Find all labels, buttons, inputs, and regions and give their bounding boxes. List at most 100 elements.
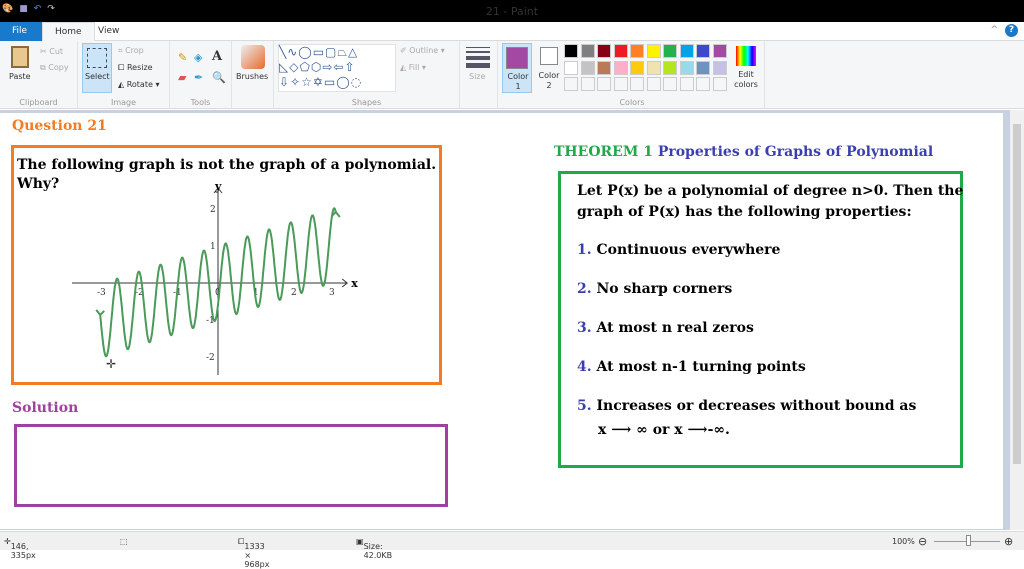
crosshair-cursor-icon: ✛ — [106, 357, 116, 371]
property-text: Continuous everywhere — [596, 242, 781, 258]
size-button[interactable]: Size — [460, 41, 498, 109]
window-title: 21 - Paint — [485, 5, 539, 18]
property-text: At most n-1 turning points — [596, 359, 806, 375]
clipboard-label: Clipboard — [19, 98, 58, 107]
image-label: Image — [110, 98, 137, 107]
brush-icon — [241, 45, 265, 69]
zoom-slider-thumb[interactable] — [966, 535, 971, 546]
y-tick-label: 1 — [210, 242, 216, 252]
colors-label: Colors — [619, 98, 645, 107]
ribbon: Paste ✂ Cut ⧉ Copy Clipboard Select ⌗ Cr… — [0, 41, 1024, 109]
text-icon[interactable]: A — [212, 49, 222, 64]
image-dimensions: ⧠ 1333 × 968px — [238, 537, 270, 569]
function-graph: xy-3 -2 -1 0 1 2 321-1-2✛ — [72, 180, 358, 375]
zoom-in-button[interactable]: ⊕ — [1004, 535, 1013, 548]
cut-label: Cut — [49, 47, 64, 56]
x-axis-label: x — [351, 277, 358, 290]
fill-label: Fill — [408, 63, 420, 72]
scrollbar-thumb[interactable] — [1013, 124, 1021, 464]
size-icon — [466, 47, 490, 68]
theorem-intro-2: graph of P(x) has the following properti… — [577, 204, 912, 220]
rotate-button[interactable]: ◭ Rotate ▾ — [118, 80, 159, 89]
solution-box[interactable] — [14, 424, 448, 507]
select-button[interactable]: Select — [82, 43, 112, 93]
y-tick-label: 2 — [210, 205, 216, 215]
size-label: Size — [469, 72, 486, 81]
tab-file[interactable]: File — [0, 22, 42, 41]
property-number: 2. — [577, 281, 592, 297]
x-tick-label: -3 — [97, 288, 106, 298]
property-number: 5. — [577, 398, 592, 414]
property-item: 5. Increases or decreases without bound … — [577, 398, 916, 414]
size-value: Size: 42.0KB — [363, 542, 393, 560]
fill-button[interactable]: ◭ Fill ▾ — [400, 63, 426, 72]
property-text: At most n real zeros — [596, 320, 754, 336]
property-item: 2. No sharp corners — [577, 281, 732, 297]
colors-group: Colors — [500, 41, 765, 109]
eraser-icon[interactable]: ▰ — [178, 71, 186, 84]
theorem-intro-1: Let P(x) be a polynomial of degree n>0. … — [577, 183, 964, 199]
cut-button[interactable]: ✂ Cut — [40, 47, 63, 56]
y-tick-label: -2 — [206, 353, 215, 363]
select-icon — [87, 48, 107, 68]
copy-button[interactable]: ⧉ Copy — [40, 63, 69, 73]
property-item: 1. Continuous everywhere — [577, 242, 780, 258]
clipboard-group: Paste ✂ Cut ⧉ Copy Clipboard — [0, 41, 78, 109]
tab-view[interactable]: View — [86, 22, 131, 41]
select-label: Select — [85, 72, 110, 81]
copy-label: Copy — [48, 63, 69, 72]
shapes-gallery[interactable]: ╲∿◯▭▢⏢△ ◺◇⬠⬡⇨⇦⇧ ⇩✧☆✡▭◯◌ — [278, 44, 396, 92]
zoom-out-button[interactable]: ⊖ — [918, 535, 927, 548]
x-tick-label: 2 — [291, 288, 297, 298]
zoom-level: 100% — [892, 537, 915, 546]
property-number: 4. — [577, 359, 592, 375]
pencil-icon[interactable]: ✎ — [178, 51, 187, 64]
cursor-position: ✛ 146, 335px — [4, 537, 36, 560]
limit-line: x ⟶ ∞ or x ⟶-∞. — [598, 422, 730, 438]
file-size: ▣ Size: 42.0KB — [356, 537, 393, 560]
tools-group: ✎ ◈ A ▰ ✒ 🔍 Tools — [170, 41, 232, 109]
magnifier-icon[interactable]: 🔍 — [212, 71, 226, 84]
curve-arrow-left — [95, 309, 105, 317]
shapes-group: ╲∿◯▭▢⏢△ ◺◇⬠⬡⇨⇦⇧ ⇩✧☆✡▭◯◌ ✐ Outline ▾ ◭ Fill… — [274, 41, 460, 109]
property-item: 3. At most n real zeros — [577, 320, 754, 336]
property-number: 1. — [577, 242, 592, 258]
y-axis-label: y — [214, 180, 222, 193]
theorem-title: Properties of Graphs of Polynomial — [657, 144, 934, 160]
image-group: Select ⌗ Crop ⧠ Resize ◭ Rotate ▾ Image — [78, 41, 170, 109]
tools-label: Tools — [190, 98, 211, 107]
brushes-label: Brushes — [236, 72, 269, 81]
prompt-line-1: The following graph is not the graph of … — [17, 157, 437, 173]
outline-button[interactable]: ✐ Outline ▾ — [400, 46, 445, 55]
solution-title: Solution — [12, 400, 79, 416]
property-text: No sharp corners — [596, 281, 733, 297]
crop-button[interactable]: ⌗ Crop — [118, 46, 144, 56]
theorem-label: THEOREM 1 — [554, 144, 653, 160]
selection-size-icon: ⬚ — [120, 537, 128, 546]
paste-button[interactable]: Paste — [9, 72, 31, 81]
resize-label: Resize — [126, 63, 153, 72]
color-picker-icon[interactable]: ✒ — [194, 71, 203, 84]
status-bar: ✛ 146, 335px ⬚ ⧠ 1333 × 968px ▣ Size: 42… — [0, 531, 1024, 569]
rotate-label: Rotate — [126, 80, 153, 89]
property-item: 4. At most n-1 turning points — [577, 359, 806, 375]
x-tick-label: 3 — [329, 288, 335, 298]
brushes-button[interactable]: Brushes — [232, 41, 274, 109]
question-title: Question 21 — [12, 118, 107, 134]
title-bar: 🎨 ■ ↶ ↷ 21 - Paint — [0, 0, 1024, 22]
theorem-heading: THEOREM 1 Properties of Graphs of Polyno… — [554, 144, 933, 160]
dimensions-value: 1333 × 968px — [244, 542, 270, 569]
shapes-label: Shapes — [351, 98, 382, 107]
ribbon-tabs: File Home View ^ ? — [0, 22, 1024, 41]
collapse-ribbon-icon[interactable]: ^ — [990, 25, 998, 35]
outline-label: Outline — [409, 46, 439, 55]
property-number: 3. — [577, 320, 592, 336]
fill-icon[interactable]: ◈ — [194, 51, 202, 64]
cursor-value: 146, 335px — [10, 542, 36, 560]
paste-icon — [11, 46, 29, 68]
property-text: Increases or decreases without bound as — [596, 398, 917, 414]
vertical-scrollbar[interactable] — [1010, 110, 1024, 530]
help-icon[interactable]: ? — [1005, 24, 1018, 37]
resize-button[interactable]: ⧠ Resize — [118, 63, 153, 73]
crop-label: Crop — [125, 46, 144, 55]
